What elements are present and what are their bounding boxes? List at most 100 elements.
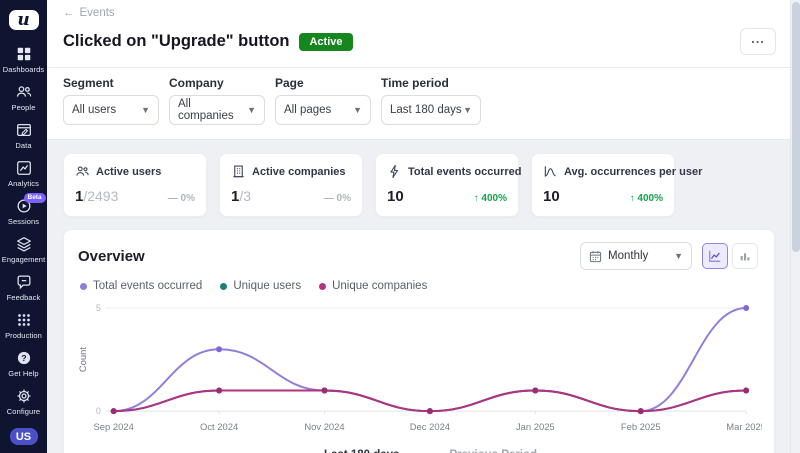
stat-card-avg-occurrences: Avg. occurrences per user 10 ↑ 400% bbox=[531, 153, 675, 217]
calendar-icon bbox=[589, 250, 602, 263]
svg-text:Mar 2025: Mar 2025 bbox=[726, 421, 762, 432]
beta-badge: Beta bbox=[24, 193, 46, 203]
svg-text:Oct 2024: Oct 2024 bbox=[200, 421, 238, 432]
scrollbar-thumb[interactable] bbox=[792, 2, 800, 252]
feedback-icon bbox=[15, 273, 33, 291]
stat-label: Active users bbox=[96, 166, 161, 178]
segment-select-value: All users bbox=[72, 104, 116, 116]
sidebar-item-dashboards[interactable]: Dashboards bbox=[0, 42, 47, 77]
data-icon bbox=[15, 121, 33, 139]
sidebar-item-engagement[interactable]: Engagement bbox=[0, 232, 47, 267]
svg-text:Feb 2025: Feb 2025 bbox=[621, 421, 661, 432]
page-content: Active users 1/2493 — 0% Active companie… bbox=[47, 140, 800, 453]
legend-previous-period[interactable]: Previous Period bbox=[425, 449, 537, 453]
company-select-value: All companies bbox=[178, 98, 247, 122]
filter-label: Company bbox=[169, 76, 265, 90]
sidebar: u Dashboards People Data Analytics bbox=[0, 0, 47, 453]
stat-label: Avg. occurrences per user bbox=[564, 166, 702, 178]
legend-item-total-events[interactable]: Total events occurred bbox=[80, 280, 202, 292]
company-select[interactable]: All companies ▼ bbox=[169, 95, 265, 125]
chart-type-toggles bbox=[702, 243, 758, 269]
sidebar-item-label: Production bbox=[5, 331, 42, 340]
sidebar-item-label: Dashboards bbox=[3, 65, 44, 74]
stat-cards: Active users 1/2493 — 0% Active companie… bbox=[63, 153, 800, 217]
sidebar-item-label: People bbox=[12, 103, 36, 112]
stat-change: ↑ 400% bbox=[474, 193, 507, 204]
filter-company: Company All companies ▼ bbox=[169, 76, 265, 125]
chevron-down-icon: ▼ bbox=[353, 105, 362, 115]
userpilot-logo[interactable]: u bbox=[9, 10, 39, 30]
legend-item-unique-companies[interactable]: Unique companies bbox=[319, 280, 427, 292]
chevron-down-icon: ▼ bbox=[141, 105, 150, 115]
sidebar-item-get-help[interactable]: ? Get Help bbox=[0, 346, 47, 381]
dashboards-icon bbox=[15, 45, 33, 63]
filter-page: Page All pages ▼ bbox=[275, 76, 371, 125]
trend-flat-icon: — bbox=[168, 193, 178, 204]
sidebar-item-label: Feedback bbox=[7, 293, 41, 302]
filter-segment: Segment All users ▼ bbox=[63, 76, 159, 125]
sidebar-item-feedback[interactable]: Feedback bbox=[0, 270, 47, 305]
sidebar-item-label: Get Help bbox=[8, 369, 38, 378]
people-icon bbox=[15, 83, 33, 101]
legend-item-unique-users[interactable]: Unique users bbox=[220, 280, 301, 292]
bar-chart-toggle[interactable] bbox=[732, 243, 758, 269]
filter-label: Page bbox=[275, 76, 371, 90]
chevron-down-icon: ▼ bbox=[674, 251, 683, 261]
app-window: u Dashboards People Data Analytics bbox=[0, 0, 800, 453]
legend-dot-purple bbox=[80, 283, 87, 290]
legend-dot-teal bbox=[220, 283, 227, 290]
sidebar-item-people[interactable]: People bbox=[0, 80, 47, 115]
sidebar-item-analytics[interactable]: Analytics bbox=[0, 156, 47, 191]
main-area: ← Events Clicked on "Upgrade" button Act… bbox=[47, 0, 800, 453]
overview-title: Overview bbox=[78, 248, 145, 265]
page-select-value: All pages bbox=[284, 104, 331, 116]
stat-label: Total events occurred bbox=[408, 166, 522, 178]
time-period-select[interactable]: Last 180 days ▼ bbox=[381, 95, 481, 125]
stat-value: 10 bbox=[387, 188, 404, 205]
sidebar-item-configure[interactable]: Configure bbox=[0, 384, 47, 419]
page-title: Clicked on "Upgrade" button bbox=[63, 32, 289, 51]
trend-up-icon: ↑ bbox=[630, 193, 635, 204]
stat-total: /3 bbox=[239, 188, 251, 204]
sidebar-item-sessions[interactable]: Beta Sessions bbox=[0, 194, 47, 229]
sidebar-item-data[interactable]: Data bbox=[0, 118, 47, 153]
lightning-icon bbox=[387, 164, 402, 179]
granularity-value: Monthly bbox=[608, 250, 648, 262]
line-chart-toggle[interactable] bbox=[702, 243, 728, 269]
sidebar-item-label: Configure bbox=[7, 407, 40, 416]
building-icon bbox=[231, 164, 246, 179]
line-chart-icon bbox=[708, 249, 722, 263]
svg-text:5: 5 bbox=[96, 303, 101, 313]
period-legend: Last 180 days Previous Period bbox=[78, 443, 760, 453]
line-chart[interactable]: 05CountSep 2024Oct 2024Nov 2024Dec 2024J… bbox=[78, 294, 762, 443]
svg-text:Sep 2024: Sep 2024 bbox=[94, 421, 134, 432]
svg-text:0: 0 bbox=[96, 406, 101, 416]
svg-text:Dec 2024: Dec 2024 bbox=[410, 421, 450, 432]
stat-card-total-events: Total events occurred 10 ↑ 400% bbox=[375, 153, 519, 217]
back-arrow-icon: ← bbox=[63, 7, 75, 19]
vertical-scrollbar[interactable] bbox=[790, 0, 800, 453]
time-period-select-value: Last 180 days bbox=[390, 104, 462, 116]
stat-value: 10 bbox=[543, 188, 560, 205]
svg-text:Nov 2024: Nov 2024 bbox=[304, 421, 344, 432]
legend-current-period[interactable]: Last 180 days bbox=[301, 449, 399, 453]
page-header: ← Events Clicked on "Upgrade" button Act… bbox=[47, 0, 800, 68]
segment-select[interactable]: All users ▼ bbox=[63, 95, 159, 125]
breadcrumb[interactable]: ← Events bbox=[63, 5, 115, 21]
title-row: Clicked on "Upgrade" button Active ... bbox=[63, 21, 784, 67]
status-badge: Active bbox=[299, 33, 352, 51]
engagement-icon bbox=[15, 235, 33, 253]
stat-card-active-companies: Active companies 1/3 — 0% bbox=[219, 153, 363, 217]
filter-bar: Segment All users ▼ Company All companie… bbox=[47, 68, 800, 140]
sidebar-item-label: Engagement bbox=[2, 255, 46, 264]
svg-text:?: ? bbox=[21, 353, 26, 363]
more-actions-button[interactable]: ... bbox=[740, 28, 776, 55]
user-avatar[interactable]: US bbox=[10, 428, 38, 445]
gear-icon bbox=[15, 387, 33, 405]
stat-total: /2493 bbox=[83, 188, 118, 204]
chart-legend: Total events occurred Unique users Uniqu… bbox=[80, 280, 760, 292]
trend-flat-icon: — bbox=[324, 193, 334, 204]
granularity-select[interactable]: Monthly ▼ bbox=[580, 242, 692, 270]
page-select[interactable]: All pages ▼ bbox=[275, 95, 371, 125]
sidebar-item-production[interactable]: Production bbox=[0, 308, 47, 343]
